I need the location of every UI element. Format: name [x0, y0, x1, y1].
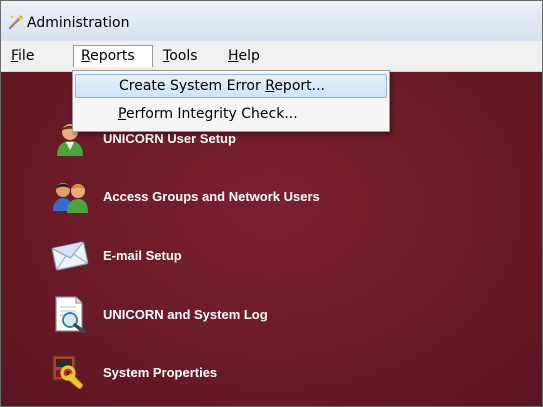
menu-file-mnemonic: F	[11, 48, 19, 64]
menu-reports-label: eports	[90, 48, 135, 64]
reports-dropdown: Create System Error Report... Perform In…	[72, 70, 390, 132]
create-report-label-pre: Create System Error	[119, 78, 266, 94]
menu-help-mnemonic: H	[228, 48, 239, 64]
app-label-user-setup: UNICORN User Setup	[103, 130, 236, 146]
app-item-access-groups[interactable]: Access Groups and Network Users	[51, 176, 320, 216]
menu-file[interactable]: File	[4, 45, 41, 67]
title-bar[interactable]: Administration	[1, 1, 542, 41]
app-label-system-log: UNICORN and System Log	[103, 306, 268, 322]
menu-tools[interactable]: Tools	[156, 45, 205, 67]
menu-reports-mnemonic: R	[81, 48, 91, 64]
admin-window: Administration File Reports Tools Help C…	[0, 0, 543, 407]
users-group-icon	[53, 183, 88, 213]
window-title: Administration	[27, 15, 130, 31]
app-wand-icon	[8, 14, 24, 30]
menu-help-label: elp	[238, 48, 260, 64]
menu-tools-label: ools	[169, 48, 198, 64]
app-item-system-properties[interactable]: System Properties	[51, 352, 217, 392]
create-report-mnemonic: R	[265, 78, 275, 94]
integrity-check-mnemonic: P	[118, 106, 126, 122]
app-label-email-setup: E-mail Setup	[103, 247, 182, 263]
system-properties-icon	[52, 355, 83, 389]
menu-file-label: ile	[18, 48, 35, 64]
perform-integrity-check-item[interactable]: Perform Integrity Check...	[75, 102, 387, 126]
integrity-check-label: erform Integrity Check...	[125, 106, 298, 122]
app-item-system-log[interactable]: UNICORN and System Log	[51, 294, 268, 334]
create-report-label: eport...	[274, 78, 325, 94]
menu-reports[interactable]: Reports	[73, 45, 153, 67]
envelope-icon	[51, 241, 89, 271]
log-search-icon	[55, 296, 86, 333]
app-item-email-setup[interactable]: E-mail Setup	[51, 235, 182, 275]
menu-help[interactable]: Help	[221, 45, 267, 67]
create-system-error-report-item[interactable]: Create System Error Report...	[75, 74, 387, 98]
app-label-access-groups: Access Groups and Network Users	[103, 188, 320, 204]
menu-bar: File Reports Tools Help	[1, 41, 542, 72]
app-label-system-properties: System Properties	[103, 364, 218, 380]
